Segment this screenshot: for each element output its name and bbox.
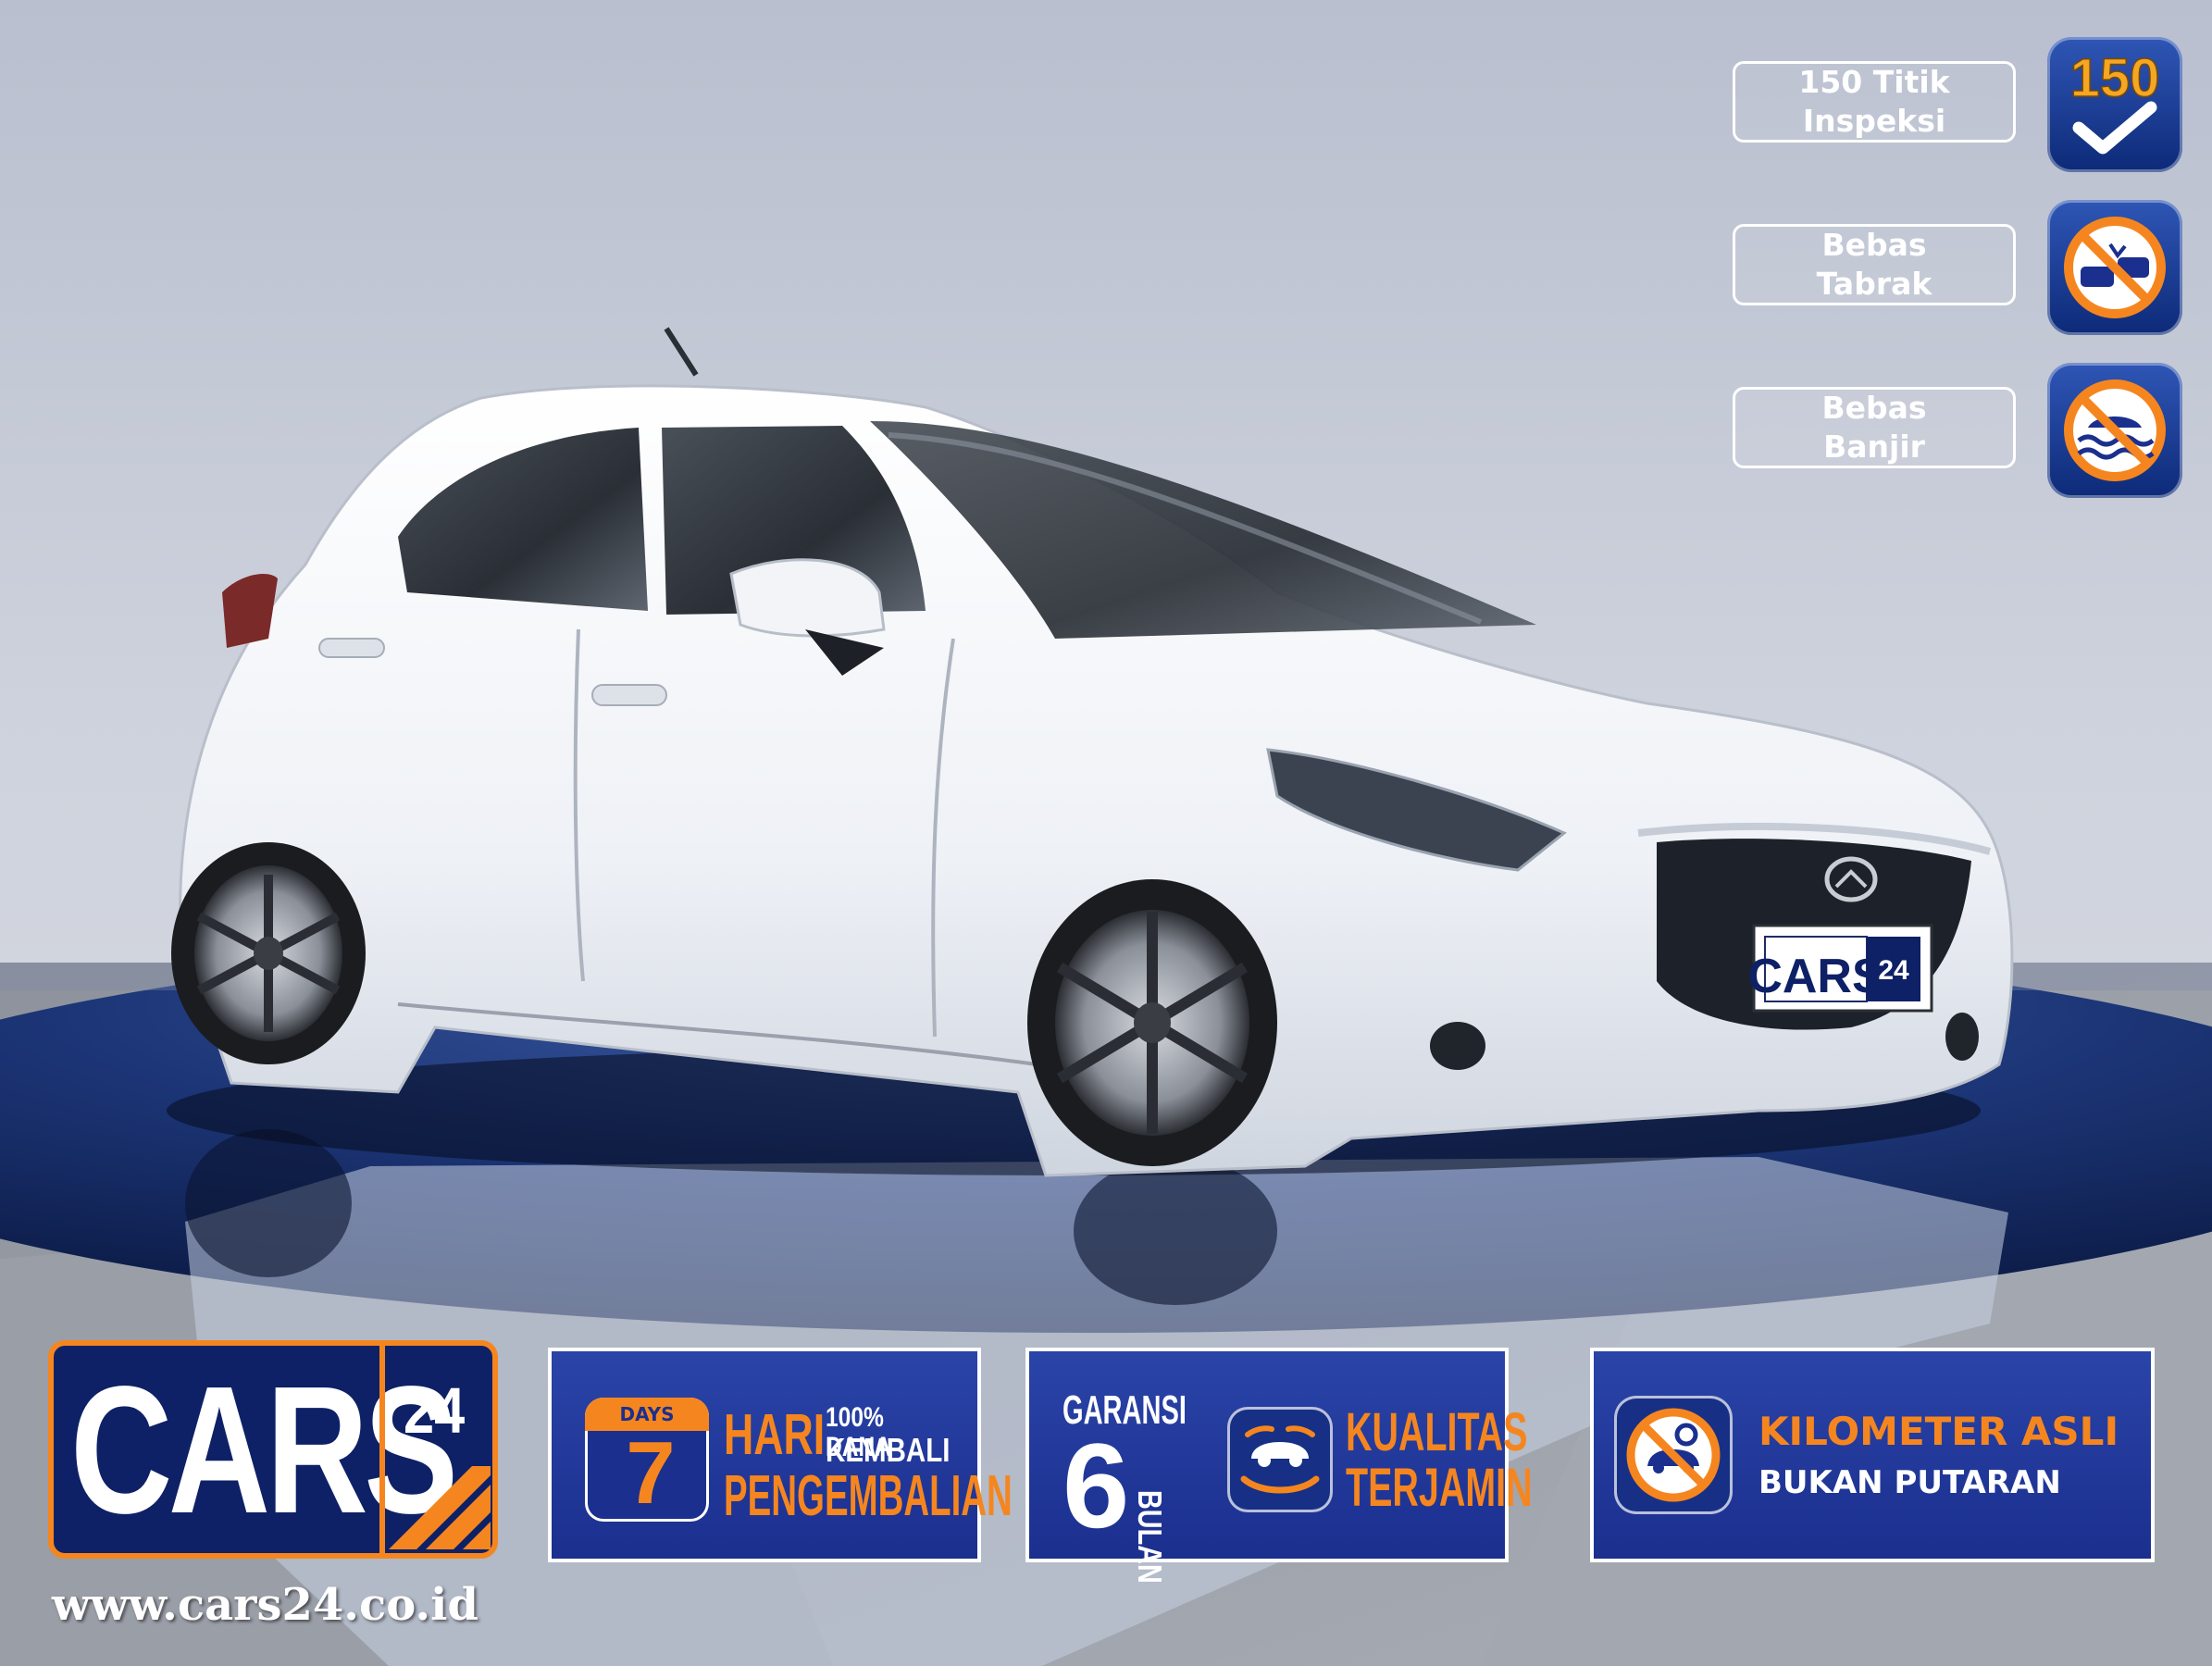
banner-warranty-quality: GARANSI 6 BULAN KUALITAS TERJAMIN — [1025, 1348, 1533, 1584]
banner-days-line1: HARI — [724, 1403, 826, 1467]
badge-inspection-label: 150 Titik Inspeksi — [1733, 61, 2016, 143]
no-odometer-tampering-icon — [1614, 1396, 1733, 1514]
badge-inspection-line2: Inspeksi — [1802, 103, 1946, 139]
quality-line2: TERJAMIN — [1346, 1458, 1533, 1518]
km-line1: KILOMETER ASLI — [1758, 1409, 2119, 1454]
banner-7-day-return: DAYS 7 HARI 100% DANA KEMBALI PENGEMBALI… — [548, 1348, 1013, 1562]
banner-refund-line2: KEMBALI — [826, 1431, 951, 1469]
logo-brand-text: CARS — [70, 1349, 458, 1551]
badge-inspection-line1: 150 Titik — [1798, 64, 1950, 100]
badge-no-flood-line2: Banjir — [1823, 429, 1925, 465]
plate-brand: CARS — [1747, 950, 1883, 1003]
calendar-7-days-icon: DAYS 7 — [585, 1398, 709, 1522]
cars24-logo: CARS 24 — [48, 1340, 498, 1559]
warranty-number: 6 — [1063, 1418, 1130, 1553]
website-url[interactable]: www.cars24.co.id — [52, 1579, 478, 1631]
banner-original-kilometer: KILOMETER ASLI BUKAN PUTARAN — [1590, 1348, 2155, 1562]
logo-number-text: 24 — [404, 1374, 466, 1447]
badge-no-flood-label: Bebas Banjir — [1733, 387, 2016, 468]
inspection-icon-number: 150 — [2070, 48, 2160, 108]
inspection-150-check-icon: 150 — [2047, 37, 2182, 172]
badge-no-collision-label: Bebas Tabrak — [1733, 224, 2016, 305]
no-collision-icon — [2047, 200, 2182, 335]
no-flood-icon — [2047, 363, 2182, 498]
banner-days-line2: PENGEMBALIAN — [724, 1464, 1013, 1528]
plate-number: 24 — [1878, 955, 1909, 986]
warranty-unit: BULAN — [1131, 1490, 1169, 1584]
quality-line1: KUALITAS — [1346, 1402, 1528, 1462]
km-line2: BUKAN PUTARAN — [1758, 1464, 2061, 1501]
badge-no-flood-line1: Bebas — [1821, 390, 1927, 426]
calendar-days-number: 7 — [626, 1424, 676, 1522]
badge-no-collision-line2: Tabrak — [1816, 266, 1932, 302]
hands-car-quality-icon — [1227, 1407, 1333, 1512]
badge-no-collision-line1: Bebas — [1821, 227, 1927, 263]
logo-number-box: 24 — [379, 1346, 492, 1553]
